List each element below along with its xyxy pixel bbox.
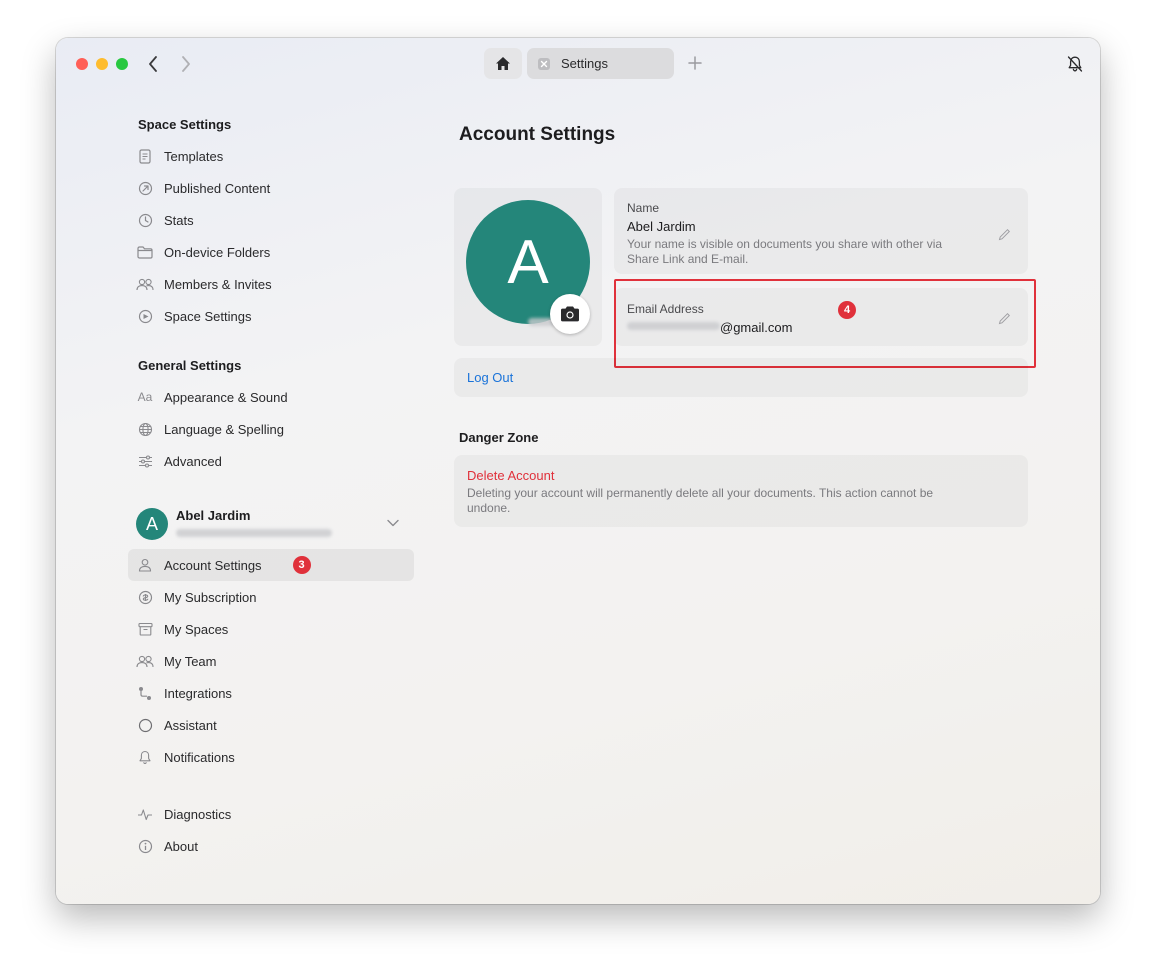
sidebar-item-published-content[interactable]: Published Content	[128, 172, 414, 204]
sidebar-item-label: Advanced	[164, 453, 222, 469]
published-icon	[136, 179, 154, 197]
tab-settings[interactable]: Settings	[527, 48, 674, 79]
integrations-icon	[136, 684, 154, 702]
sidebar-item-label: My Spaces	[164, 621, 229, 637]
stats-icon	[136, 211, 154, 229]
pulse-icon	[136, 805, 154, 823]
danger-zone-heading: Danger Zone	[459, 430, 539, 445]
sidebar-item-label: Notifications	[164, 749, 235, 765]
sidebar-item-integrations[interactable]: Integrations	[128, 677, 414, 709]
home-icon	[496, 57, 510, 70]
user-email-redacted	[176, 529, 332, 537]
logout-link[interactable]: Log Out	[467, 370, 513, 385]
page-title: Account Settings	[459, 124, 616, 145]
sidebar-item-notifications[interactable]: Notifications	[128, 741, 414, 773]
sidebar-item-label: On-device Folders	[164, 244, 271, 260]
sidebar-item-label: Assistant	[164, 717, 217, 733]
sidebar-item-label: Published Content	[164, 180, 271, 196]
sidebar-item-diagnostics[interactable]: Diagnostics	[128, 798, 414, 830]
home-tab[interactable]	[484, 48, 522, 79]
chevron-left-icon	[149, 56, 157, 72]
sidebar-item-label: Diagnostics	[164, 806, 232, 822]
sidebar-item-appearance-sound[interactable]: Aa Appearance & Sound	[128, 381, 414, 413]
zoom-window-button[interactable]	[116, 58, 128, 70]
space-settings-icon	[136, 307, 154, 325]
change-photo-button[interactable]	[550, 294, 590, 334]
templates-icon	[136, 147, 154, 165]
space-settings-heading: Space Settings	[138, 117, 232, 132]
forward-button[interactable]	[176, 54, 196, 74]
archive-icon	[136, 620, 154, 638]
general-settings-heading: General Settings	[138, 358, 242, 373]
info-icon	[136, 837, 154, 855]
new-tab-button[interactable]	[685, 53, 705, 73]
user-name: Abel Jardim	[176, 508, 251, 523]
delete-account-description: Deleting your account will permanently d…	[467, 486, 934, 515]
sidebar-item-templates[interactable]: Templates	[128, 140, 414, 172]
close-window-button[interactable]	[76, 58, 88, 70]
plus-icon	[688, 56, 702, 70]
sidebar-item-label: About	[164, 838, 198, 854]
name-value: Abel Jardim	[627, 219, 696, 234]
sidebar-item-label: Appearance & Sound	[164, 389, 288, 405]
sidebar-item-stats[interactable]: Stats	[128, 204, 414, 236]
chevron-down-icon	[387, 519, 399, 527]
sliders-icon	[136, 452, 154, 470]
sidebar-item-advanced[interactable]: Advanced	[128, 445, 414, 477]
sidebar-item-my-team[interactable]: My Team	[128, 645, 414, 677]
sidebar-item-my-spaces[interactable]: My Spaces	[128, 613, 414, 645]
pencil-icon	[998, 228, 1010, 240]
sidebar-item-assistant[interactable]: Assistant	[128, 709, 414, 741]
sidebar-item-label: My Subscription	[164, 589, 257, 605]
sidebar-item-about[interactable]: About	[128, 830, 414, 862]
tab-settings-label: Settings	[561, 56, 608, 71]
appearance-icon: Aa	[137, 390, 153, 404]
minimize-window-button[interactable]	[96, 58, 108, 70]
globe-icon	[136, 420, 154, 438]
back-button[interactable]	[143, 54, 163, 74]
sidebar-item-label: Templates	[164, 148, 224, 164]
assistant-icon	[136, 716, 154, 734]
avatar[interactable]: A	[136, 508, 168, 540]
sidebar-item-language-spelling[interactable]: Language & Spelling	[128, 413, 414, 445]
sidebar-item-label: Members & Invites	[164, 276, 272, 292]
members-icon	[136, 275, 154, 293]
sidebar-item-label: Language & Spelling	[164, 421, 284, 437]
sidebar-item-label: My Team	[164, 653, 217, 669]
sidebar-item-label: Account Settings	[164, 557, 262, 573]
team-icon	[136, 652, 154, 670]
bell-slash-icon	[1067, 56, 1083, 72]
subscription-icon	[136, 588, 154, 606]
sidebar-item-space-settings[interactable]: Space Settings	[128, 300, 414, 332]
chevron-right-icon	[182, 56, 190, 72]
delete-account-link[interactable]: Delete Account	[467, 468, 554, 483]
step-badge: 3	[292, 556, 311, 574]
app-window: Settings Space Settings Templates Publis…	[56, 38, 1100, 904]
edit-name-button[interactable]	[996, 226, 1012, 242]
sidebar-item-account-settings[interactable]: Account Settings 3	[128, 549, 414, 581]
name-description: Your name is visible on documents you sh…	[627, 237, 943, 266]
notifications-muted-button[interactable]	[1064, 53, 1086, 75]
sidebar-item-label: Integrations	[164, 685, 232, 701]
sidebar-item-label: Space Settings	[164, 308, 252, 324]
camera-icon	[561, 306, 579, 322]
account-switcher-button[interactable]	[385, 515, 401, 531]
bell-icon	[136, 748, 154, 766]
logout-card	[454, 358, 1028, 397]
sidebar-item-label: Stats	[164, 212, 194, 228]
sidebar-item-members-invites[interactable]: Members & Invites	[128, 268, 414, 300]
person-icon	[136, 556, 154, 574]
email-highlight-box	[614, 279, 1036, 368]
folder-icon	[136, 243, 154, 261]
sidebar-item-my-subscription[interactable]: My Subscription	[128, 581, 414, 613]
sidebar-item-on-device-folders[interactable]: On-device Folders	[128, 236, 414, 268]
tab-close-icon[interactable]	[538, 57, 550, 70]
name-label: Name	[627, 201, 660, 215]
